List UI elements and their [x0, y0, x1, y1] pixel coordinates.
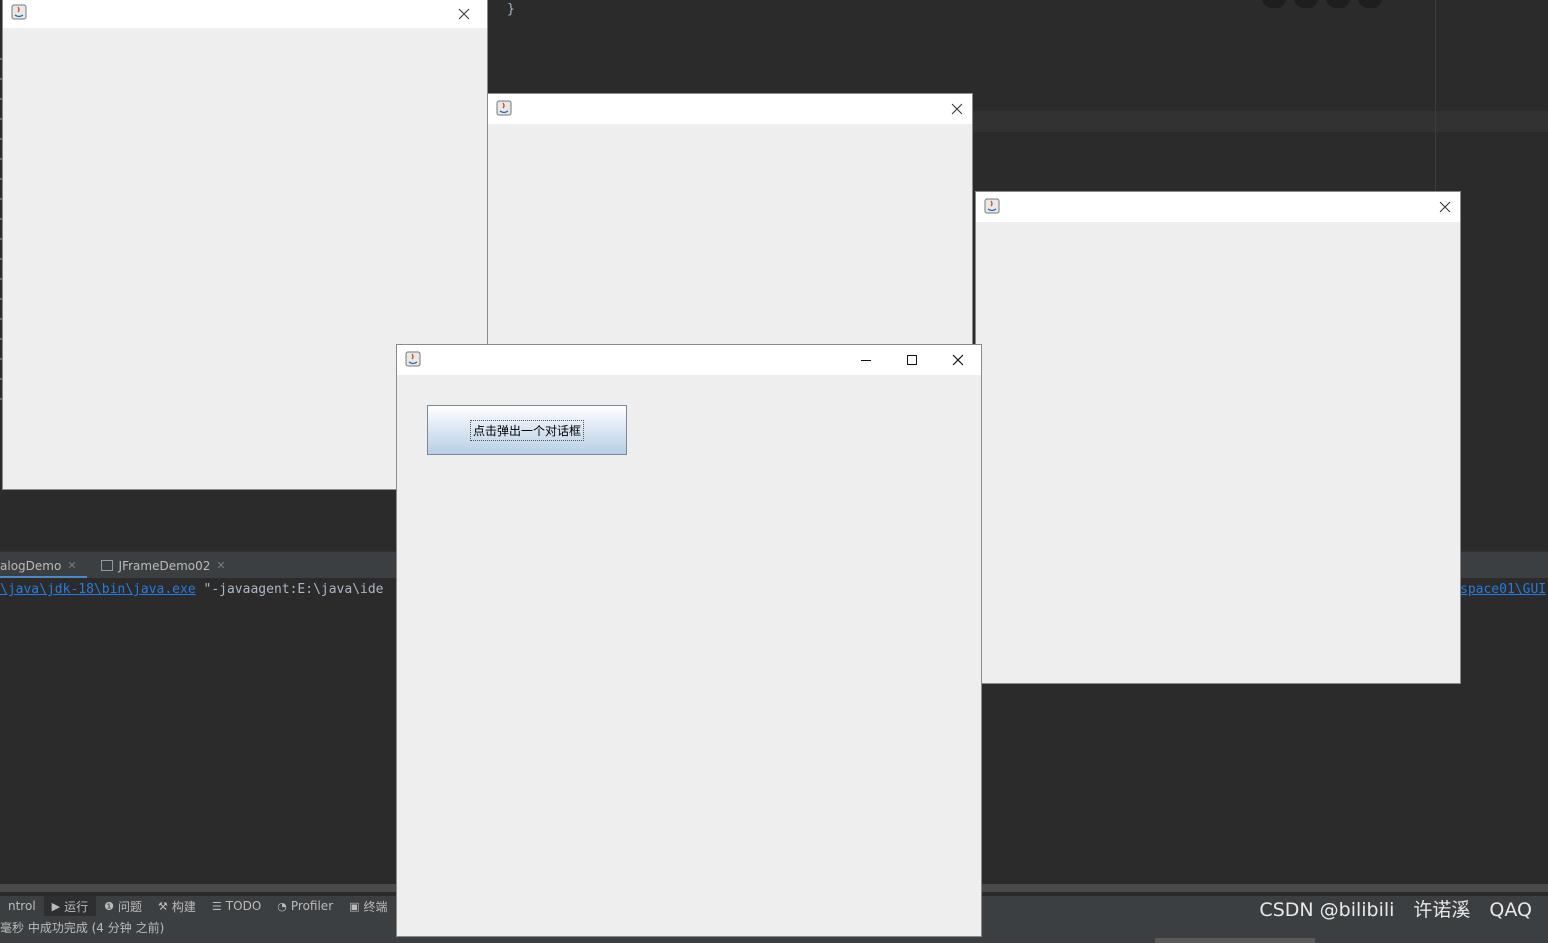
toolbar-button[interactable] — [1262, 0, 1286, 8]
minimize-button[interactable] — [843, 345, 889, 375]
tool-run[interactable]: ▶ 运行 — [43, 896, 97, 916]
title-bar[interactable] — [3, 0, 487, 28]
title-bar[interactable] — [488, 94, 972, 124]
code-text: } — [507, 2, 515, 17]
run-tab-jframe-demo02[interactable]: JFrameDemo02 ✕ — [87, 552, 236, 579]
tool-label: 问题 — [118, 899, 143, 914]
classpath-link[interactable]: space01\GUI — [1460, 582, 1546, 597]
title-bar[interactable] — [397, 345, 981, 375]
tool-label: 构建 — [171, 899, 196, 914]
tab-label: alogDemo — [0, 558, 62, 573]
horizontal-scrollbar[interactable] — [1155, 938, 1315, 943]
dialog-window-2[interactable] — [488, 94, 972, 346]
toolbar-button[interactable] — [1326, 0, 1350, 8]
java-icon — [405, 351, 421, 367]
title-bar[interactable] — [976, 192, 1460, 222]
main-jframe-window[interactable]: 点击弹出一个对话框 — [397, 345, 981, 936]
editor-floating-toolbar — [1262, 0, 1382, 8]
java-icon — [984, 198, 1000, 214]
list-icon: ☰ — [211, 899, 222, 913]
tool-label: 运行 — [64, 899, 89, 914]
close-icon — [952, 354, 964, 366]
tool-build[interactable]: ⚒ 构建 — [150, 896, 204, 916]
run-tab-dialog-demo[interactable]: alogDemo ✕ — [0, 552, 87, 579]
run-icon: ▶ — [51, 899, 61, 913]
tool-todo[interactable]: ☰ TODO — [204, 896, 269, 916]
terminal-icon: ▣ — [349, 899, 360, 913]
close-button[interactable] — [934, 94, 980, 124]
console-icon — [100, 560, 113, 571]
tool-label: 终端 — [363, 899, 388, 914]
tool-label: ntrol — [8, 899, 36, 913]
java-icon — [496, 100, 512, 116]
close-button[interactable] — [935, 345, 981, 375]
close-button[interactable] — [1422, 192, 1468, 222]
close-icon[interactable]: ✕ — [216, 559, 225, 572]
close-icon — [1439, 201, 1451, 213]
watermark: CSDN @bilibili 许诺溪 QAQ — [1259, 899, 1532, 921]
tool-label: Profiler — [290, 899, 334, 913]
hammer-icon: ⚒ — [158, 899, 168, 913]
tool-version-control[interactable]: ntrol — [0, 896, 44, 916]
maximize-button[interactable] — [889, 345, 935, 375]
minimize-icon — [861, 360, 871, 361]
profiler-icon: ◔ — [277, 899, 287, 913]
button-label: 点击弹出一个对话框 — [469, 419, 584, 441]
dialog-window-3[interactable] — [976, 192, 1460, 683]
console-args: "-javaagent:E:\java\ide — [195, 582, 384, 597]
close-icon[interactable]: ✕ — [67, 559, 76, 572]
toolbar-button[interactable] — [1358, 0, 1382, 8]
close-button[interactable] — [441, 0, 487, 28]
tool-terminal[interactable]: ▣ 终端 — [341, 896, 395, 916]
open-dialog-button[interactable]: 点击弹出一个对话框 — [427, 405, 627, 455]
close-icon — [951, 103, 963, 115]
tab-label: JFrameDemo02 — [118, 558, 211, 573]
tool-profiler[interactable]: ◔ Profiler — [269, 896, 341, 916]
maximize-icon — [907, 355, 917, 365]
close-icon — [458, 8, 470, 20]
tool-label: TODO — [225, 899, 262, 913]
tool-problems[interactable]: ❶ 问题 — [96, 896, 150, 916]
console-line: \java\jdk-18\bin\java.exe "-javaagent:E:… — [0, 582, 384, 597]
toolbar-button[interactable] — [1294, 0, 1318, 8]
problems-icon: ❶ — [104, 899, 115, 913]
java-icon — [11, 4, 27, 20]
java-path-link[interactable]: \java\jdk-18\bin\java.exe — [0, 582, 196, 597]
status-message: 毫秒 中成功完成 (4 分钟 之前) — [0, 921, 165, 935]
